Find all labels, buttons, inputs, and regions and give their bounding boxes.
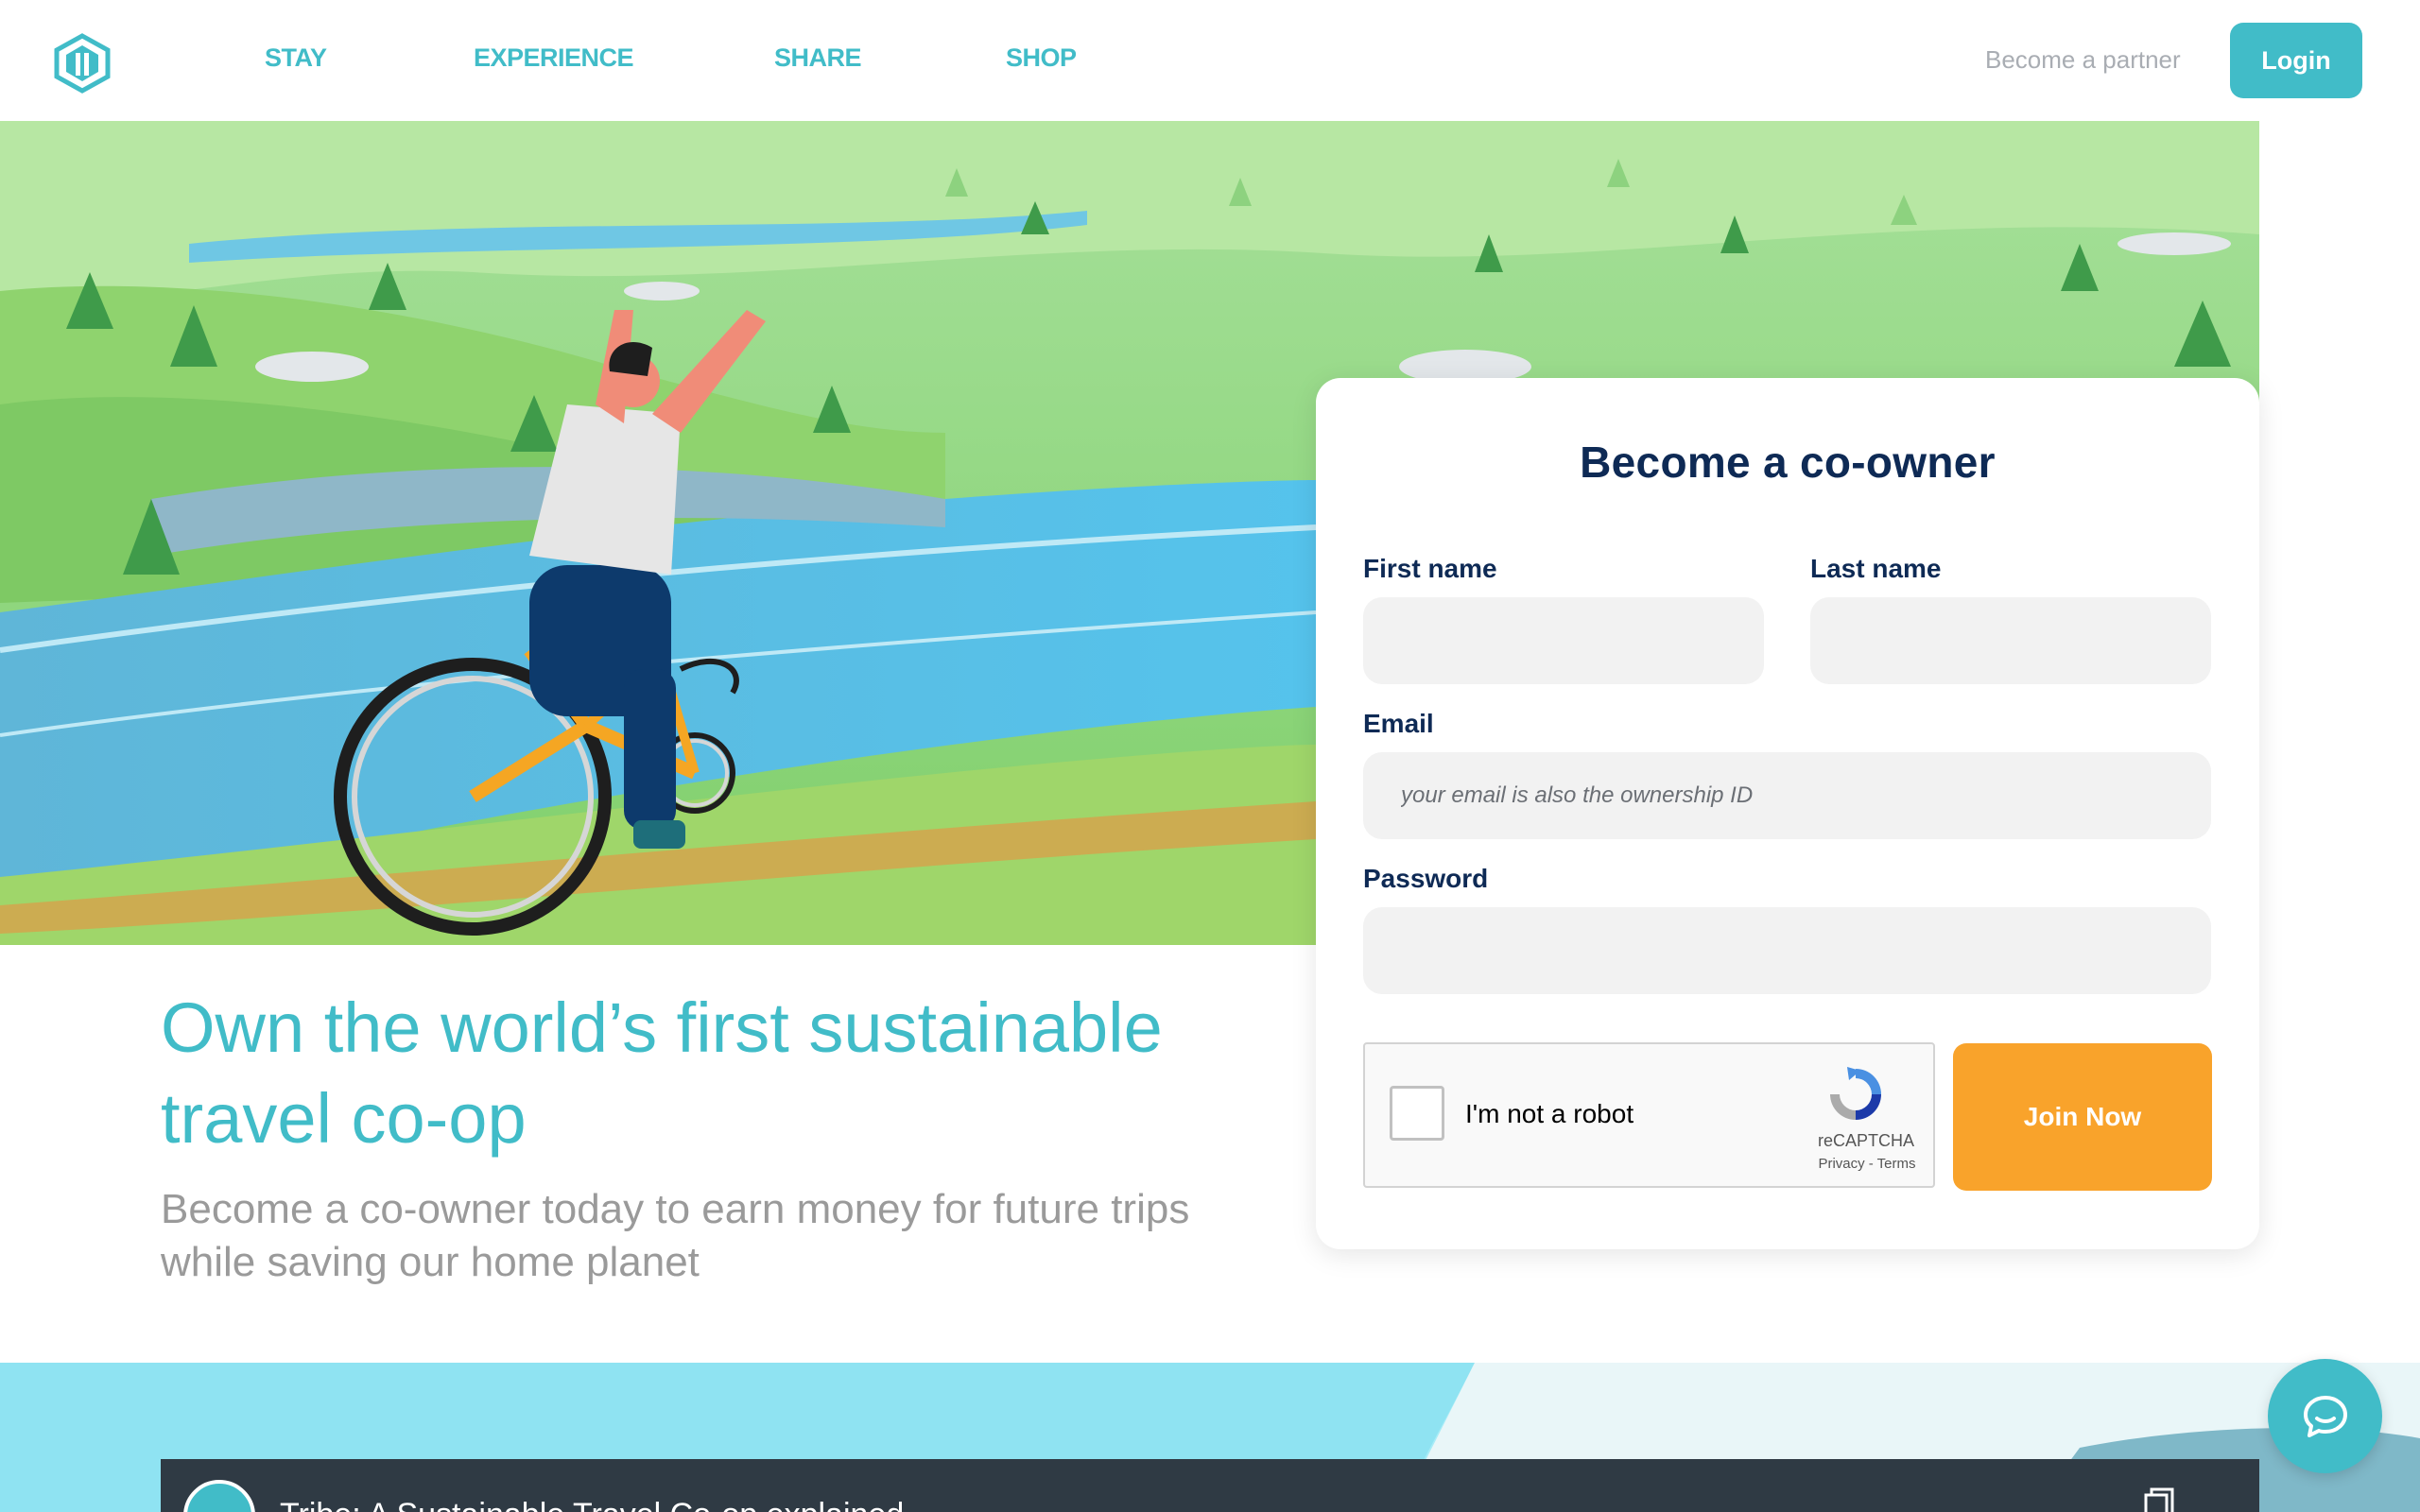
- login-button[interactable]: Login: [2230, 23, 2362, 98]
- recaptcha-label: I'm not a robot: [1465, 1099, 1634, 1128]
- signup-form-card: Become a co-owner First name Last name E…: [1316, 378, 2259, 1249]
- recaptcha-privacy-terms-links[interactable]: Privacy - Terms: [1796, 1156, 1938, 1172]
- copy-link-icon[interactable]: [2142, 1484, 2180, 1512]
- recaptcha-icon: [1830, 1067, 1881, 1120]
- coop-logo-icon[interactable]: [51, 32, 113, 94]
- chat-bubble-icon: [2303, 1395, 2347, 1437]
- password-field[interactable]: [1363, 907, 2211, 994]
- top-navbar: STAY EXPERIENCE SHARE SHOP Become a part…: [0, 0, 2420, 121]
- nav-link-share[interactable]: SHARE: [774, 43, 862, 73]
- email-field[interactable]: [1363, 752, 2211, 839]
- last-name-label: Last name: [1810, 554, 1942, 583]
- embedded-video-player[interactable]: Tribe: A Sustainable Travel Co-op explai…: [161, 1459, 2259, 1512]
- last-name-field[interactable]: [1810, 597, 2211, 684]
- first-name-label: First name: [1363, 554, 1497, 583]
- email-label: Email: [1363, 709, 1434, 738]
- hero-headline: Own the world’s first sustainable travel…: [161, 988, 1163, 1158]
- recaptcha-checkbox[interactable]: [1390, 1086, 1444, 1141]
- nav-link-experience[interactable]: EXPERIENCE: [474, 43, 634, 73]
- password-label: Password: [1363, 864, 1489, 893]
- video-title[interactable]: Tribe: A Sustainable Travel Co-op explai…: [280, 1497, 904, 1512]
- nav-link-stay[interactable]: STAY: [265, 43, 327, 73]
- recaptcha-widget: I'm not a robot reCAPTCHA Privacy - Term…: [1363, 1042, 1935, 1188]
- chat-button[interactable]: [2268, 1359, 2382, 1473]
- first-name-field[interactable]: [1363, 597, 1764, 684]
- hero-subhead: Become a co-owner today to earn money fo…: [161, 1186, 1190, 1285]
- channel-avatar-icon: [183, 1480, 255, 1512]
- form-title: Become a co-owner: [1580, 438, 1996, 487]
- nav-link-shop[interactable]: SHOP: [1006, 43, 1077, 73]
- recaptcha-brand: reCAPTCHA: [1817, 1131, 1914, 1150]
- join-now-button[interactable]: Join Now: [1953, 1043, 2212, 1191]
- become-partner-link[interactable]: Become a partner: [1985, 45, 2181, 75]
